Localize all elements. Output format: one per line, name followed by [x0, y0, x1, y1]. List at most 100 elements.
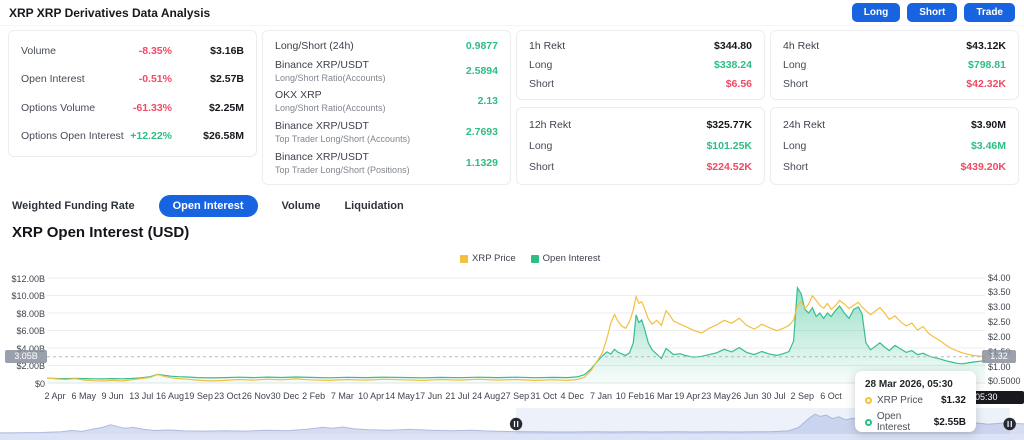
tab-weighted-funding-rate[interactable]: Weighted Funding Rate: [12, 200, 135, 212]
ratio-row-okx-xrp-long-short-ratio-accounts: OKX XRP Long/Short Ratio(Accounts) 2.13: [275, 89, 498, 113]
rekt-total-value: $344.80: [714, 40, 752, 53]
stat-label: Open Interest: [21, 73, 85, 86]
x-axis-tick-label: 6 Oct: [820, 391, 842, 401]
rekt-short-value: $439.20K: [960, 161, 1006, 174]
y-right-tick-label: $0.5000: [988, 376, 1021, 387]
rekt-short-value: $224.52K: [706, 161, 752, 174]
rekt-long-row: Long $798.81: [783, 59, 1006, 71]
ratio-titles: Long/Short (24h): [275, 40, 466, 52]
rekt-short-row: Short $439.20K: [783, 161, 1006, 173]
y-left-tick-label: $6.00B: [16, 326, 45, 336]
rekt-short-value: $42.32K: [966, 77, 1006, 90]
rekt-short-value: $6.56: [725, 77, 752, 90]
xrp-price-dot-icon: [865, 397, 872, 404]
legend-item-open-interest[interactable]: Open Interest: [530, 253, 600, 264]
trade-button[interactable]: Trade: [964, 3, 1015, 22]
xrp-price-swatch-icon: [460, 254, 468, 263]
derivatives-dashboard: XRP XRP Derivatives Data Analysis Long Sh…: [0, 0, 1024, 440]
rekt-short-label: Short: [529, 161, 555, 174]
ratio-value: 2.7693: [465, 126, 498, 139]
ratio-subtitle: Long/Short Ratio(Accounts): [275, 72, 386, 83]
volume-stats-card: Volume -8.35% $3.16B Open Interest -0.51% $2.…: [8, 30, 257, 157]
legend-label: XRP Price: [472, 253, 516, 264]
header-bar: XRP XRP Derivatives Data Analysis Long Sh…: [0, 0, 1024, 26]
stat-change: +12.22%: [130, 129, 172, 142]
ratio-titles: Binance XRP/USDT Long/Short Ratio(Account…: [275, 59, 466, 83]
rekt-card-1h: 1h Rekt $344.80 Long $338.24 Short $6.56: [516, 30, 765, 100]
rekt-title: 24h Rekt: [783, 118, 826, 131]
y-right-tick-label: $4.00: [988, 272, 1011, 283]
y-left-tick-label: $0: [34, 378, 45, 389]
ratio-titles: Binance XRP/USDT Top Trader Long/Short (A…: [275, 120, 466, 144]
ratio-value: 1.1329: [465, 156, 498, 169]
rekt-long-row: Long $338.24: [529, 59, 752, 71]
navigator-handle[interactable]: [1003, 417, 1016, 431]
tab-volume[interactable]: Volume: [282, 200, 321, 212]
rekt-title: 4h Rekt: [783, 40, 820, 53]
ratio-row-long-short-24h: Long/Short (24h) 0.9877: [275, 40, 498, 52]
chart-legend: XRP Price Open Interest: [460, 253, 600, 264]
ratio-title: Binance XRP/USDT: [275, 120, 369, 133]
rekt-card-4h: 4h Rekt $43.12K Long $798.81 Short $42.32K: [770, 30, 1019, 100]
ratio-value: 2.5894: [465, 64, 498, 77]
tooltip-row-open-interest: Open Interest $2.55B: [865, 411, 966, 433]
tooltip-series-name: Open Interest: [876, 411, 911, 433]
navigator-handle[interactable]: [509, 417, 523, 431]
y-left-tick-label: $8.00B: [16, 308, 45, 319]
ratio-value: 0.9877: [465, 40, 498, 53]
short-button[interactable]: Short: [907, 3, 958, 22]
rekt-header-row: 24h Rekt $3.90M: [783, 119, 1006, 131]
rekt-total-value: $43.12K: [966, 40, 1006, 53]
y-right-tick-label: $2.50: [988, 317, 1011, 328]
stat-row-volume: Volume -8.35% $3.16B: [21, 45, 244, 57]
rekt-long-label: Long: [529, 139, 553, 152]
stat-change: -61.33%: [132, 101, 172, 114]
tooltip-series-value: $2.55B: [933, 416, 966, 428]
stat-row-options-open-interest: Options Open Interest +12.22% $26.58M: [21, 130, 244, 142]
rekt-short-row: Short $6.56: [529, 78, 752, 90]
stat-value: $3.16B: [210, 45, 244, 58]
tooltip-series-name: XRP Price: [877, 395, 923, 406]
rekt-header-row: 4h Rekt $43.12K: [783, 40, 1006, 52]
ratio-title: Long/Short (24h): [275, 40, 354, 53]
rekt-long-value: $798.81: [968, 58, 1006, 71]
tooltip-series-value: $1.32: [940, 395, 966, 406]
rekt-title: 1h Rekt: [529, 40, 566, 53]
open-interest-swatch-icon: [530, 254, 539, 263]
tab-liquidation[interactable]: Liquidation: [344, 200, 403, 212]
ratio-subtitle: Long/Short Ratio(Accounts): [275, 103, 386, 114]
main-chart-plot[interactable]: [46, 270, 986, 385]
y-right-tick-label: $3.50: [988, 287, 1011, 298]
legend-item-xrp-price[interactable]: XRP Price: [460, 253, 516, 264]
page-title: XRP XRP Derivatives Data Analysis: [9, 5, 211, 20]
stat-label: Options Open Interest: [21, 129, 124, 142]
rekt-short-label: Short: [529, 77, 555, 90]
rekt-long-row: Long $3.46M: [783, 140, 1006, 152]
header-actions: Long Short Trade: [851, 3, 1015, 22]
stat-label: Options Volume: [21, 101, 96, 114]
long-button[interactable]: Long: [851, 3, 901, 22]
rekt-long-row: Long $101.25K: [529, 140, 752, 152]
stat-change: -0.51%: [138, 73, 172, 86]
long-short-ratios-card: Long/Short (24h) 0.9877 Binance XRP/USDT Lo…: [262, 30, 511, 185]
crosshair-left-value-badge: 3.05B: [5, 350, 47, 363]
ratio-row-binance-xrp-usdt-long-short-ratio-accounts: Binance XRP/USDT Long/Short Ratio(Account…: [275, 59, 498, 83]
rekt-long-label: Long: [783, 139, 807, 152]
y-right-tick-label: $2.00: [988, 331, 1011, 342]
rekt-card-24h: 24h Rekt $3.90M Long $3.46M Short $439.20K: [770, 107, 1019, 185]
rekt-header-row: 12h Rekt $325.77K: [529, 119, 752, 131]
chart-canvas: [46, 277, 986, 384]
open-interest-dot-icon: [865, 418, 872, 426]
rekt-short-row: Short $42.32K: [783, 78, 1006, 90]
rekt-long-label: Long: [529, 58, 553, 71]
ratio-title: Binance XRP/USDT: [275, 58, 369, 71]
rekt-title: 12h Rekt: [529, 118, 572, 131]
tab-open-interest[interactable]: Open Interest: [158, 195, 258, 217]
ratio-value: 2.13: [477, 95, 498, 108]
ratio-titles: OKX XRP Long/Short Ratio(Accounts): [275, 89, 478, 113]
stat-row-open-interest: Open Interest -0.51% $2.57B: [21, 73, 244, 85]
stat-value: $2.57B: [210, 73, 244, 86]
stat-label: Volume: [21, 45, 57, 58]
stat-value: $2.25M: [208, 101, 244, 114]
y-left-tick-label: $12.00B: [11, 273, 45, 284]
